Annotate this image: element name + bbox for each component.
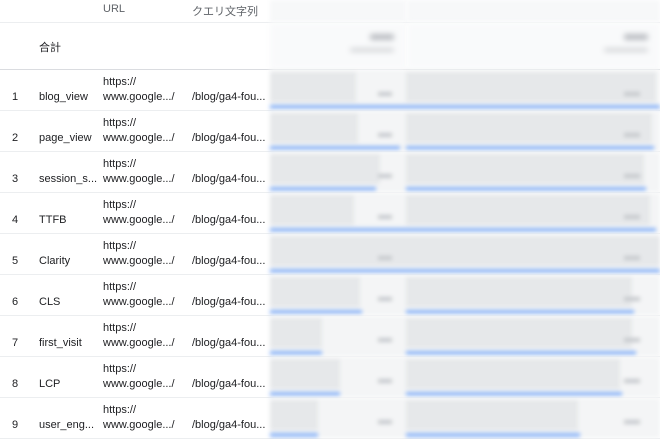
table-row[interactable]: 2 page_view https://www.google.../ /blog… xyxy=(0,111,660,152)
url-cell: https://www.google.../ xyxy=(103,199,175,226)
blurred-metrics xyxy=(270,70,660,110)
row-index: 6 xyxy=(12,296,19,308)
url-cell: https://www.google.../ xyxy=(103,404,175,431)
url-cell: https://www.google.../ xyxy=(103,281,175,308)
totals-row: 合計 xyxy=(0,23,660,70)
url-cell: https://www.google.../ xyxy=(103,322,175,349)
blurred-metrics xyxy=(270,111,660,151)
row-index: 4 xyxy=(12,214,19,226)
row-index: 8 xyxy=(12,378,19,390)
row-index: 3 xyxy=(12,173,19,185)
event-name-cell: CLS xyxy=(39,296,61,308)
event-name-cell: TTFB xyxy=(39,214,67,226)
blurred-metrics xyxy=(270,275,660,315)
table-row[interactable]: 8 LCP https://www.google.../ /blog/ga4-f… xyxy=(0,357,660,398)
event-name-cell: first_visit xyxy=(39,337,82,349)
table-row[interactable]: 3 session_s... https://www.google.../ /b… xyxy=(0,152,660,193)
table-row[interactable]: 1 blog_view https://www.google.../ /blog… xyxy=(0,70,660,111)
column-header-query-string[interactable]: クエリ文字列 xyxy=(192,3,258,19)
query-string-cell: /blog/ga4-fou... xyxy=(192,337,266,349)
blurred-header-metric-1 xyxy=(270,0,406,22)
url-cell: https://www.google.../ xyxy=(103,240,175,267)
table-row[interactable]: 9 user_eng... https://www.google.../ /bl… xyxy=(0,398,660,439)
blurred-metrics xyxy=(270,193,660,233)
blurred-metrics xyxy=(270,152,660,192)
row-index: 7 xyxy=(12,337,19,349)
blurred-metrics xyxy=(270,398,660,438)
row-index: 5 xyxy=(12,255,19,267)
url-cell: https://www.google.../ xyxy=(103,117,175,144)
event-name-cell: LCP xyxy=(39,378,61,390)
event-name-cell: user_eng... xyxy=(39,419,95,431)
url-cell: https://www.google.../ xyxy=(103,363,175,390)
table-row[interactable]: 6 CLS https://www.google.../ /blog/ga4-f… xyxy=(0,275,660,316)
query-string-cell: /blog/ga4-fou... xyxy=(192,419,266,431)
event-name-cell: session_s... xyxy=(39,173,98,185)
blurred-metrics xyxy=(270,234,660,274)
query-string-cell: /blog/ga4-fou... xyxy=(192,378,266,390)
blurred-metrics xyxy=(270,316,660,356)
blurred-total-metric-1 xyxy=(270,23,406,69)
event-name-cell: Clarity xyxy=(39,255,71,267)
event-name-cell: blog_view xyxy=(39,91,88,103)
query-string-cell: /blog/ga4-fou... xyxy=(192,132,266,144)
row-index: 1 xyxy=(12,91,19,103)
table-row[interactable]: 7 first_visit https://www.google.../ /bl… xyxy=(0,316,660,357)
table-row[interactable]: 5 Clarity https://www.google.../ /blog/g… xyxy=(0,234,660,275)
url-cell: https://www.google.../ xyxy=(103,76,175,103)
query-string-cell: /blog/ga4-fou... xyxy=(192,173,266,185)
blurred-metrics xyxy=(270,357,660,397)
query-string-cell: /blog/ga4-fou... xyxy=(192,91,266,103)
column-header-url[interactable]: URL xyxy=(103,3,125,15)
event-name-cell: page_view xyxy=(39,132,92,144)
query-string-cell: /blog/ga4-fou... xyxy=(192,214,266,226)
url-cell: https://www.google.../ xyxy=(103,158,175,185)
query-string-cell: /blog/ga4-fou... xyxy=(192,255,266,267)
blurred-header-metric-2 xyxy=(407,0,660,22)
blurred-total-metric-2 xyxy=(407,23,660,69)
row-index: 9 xyxy=(12,419,19,431)
query-string-cell: /blog/ga4-fou... xyxy=(192,296,266,308)
row-index: 2 xyxy=(12,132,19,144)
table-body: 1 blog_view https://www.google.../ /blog… xyxy=(0,70,660,439)
table-header: URL クエリ文字列 xyxy=(0,0,660,23)
table-row[interactable]: 4 TTFB https://www.google.../ /blog/ga4-… xyxy=(0,193,660,234)
totals-label: 合計 xyxy=(39,42,61,54)
